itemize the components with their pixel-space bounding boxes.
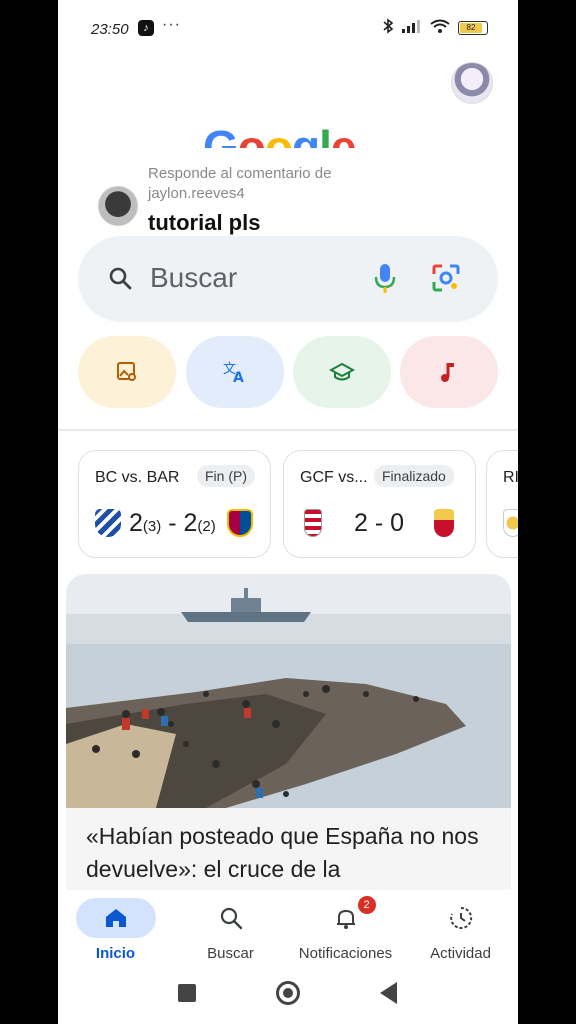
search-icon (109, 267, 132, 290)
birmingham-crest-icon (95, 509, 121, 537)
news-photo (66, 574, 511, 808)
music-chip[interactable] (400, 336, 498, 408)
nav-label: Buscar (207, 945, 254, 962)
homework-chip[interactable] (293, 336, 391, 408)
sports-scores-carousel: BC vs. BAR Fin (P) 2(3) - 2(2) GCF vs...… (78, 450, 518, 560)
match-status-badge: Finalizado (374, 465, 454, 487)
reply-caption: Responde al comentario de jaylon.reeves4 (148, 165, 332, 202)
music-icon (441, 363, 454, 382)
search-icon (191, 898, 271, 938)
almeria-crest-icon (434, 509, 454, 537)
nav-buscar[interactable]: Buscar (173, 890, 288, 970)
nav-notificaciones[interactable]: 2 Notificaciones (288, 890, 403, 970)
barcelona-crest-icon (227, 509, 253, 537)
score-card[interactable]: BC vs. BAR Fin (P) 2(3) - 2(2) (78, 450, 271, 558)
home-button[interactable] (276, 981, 300, 1005)
home-icon (75, 898, 156, 938)
nav-inicio[interactable]: Inicio (58, 890, 173, 970)
battery-icon: 82 (458, 20, 488, 35)
image-search-chip[interactable] (78, 336, 176, 408)
match-title: GCF vs... (300, 469, 368, 486)
match-title: RI (503, 469, 518, 486)
comment-text: tutorial pls (148, 210, 261, 235)
notification-count-badge: 2 (357, 896, 376, 914)
google-logo: Google (203, 121, 356, 148)
nav-label: Inicio (95, 945, 136, 962)
shortcut-chips: 文A (78, 336, 508, 408)
signal-icon (402, 19, 422, 36)
match-title: BC vs. BAR (95, 469, 180, 486)
status-time: 23:50 (91, 21, 129, 38)
match-score: 2 - 0 (354, 509, 405, 537)
image-search-icon (117, 362, 136, 381)
section-divider (58, 429, 518, 431)
homework-icon (329, 362, 355, 381)
system-navigation-bar (58, 970, 518, 1024)
microphone-icon[interactable] (372, 262, 398, 294)
wifi-icon (430, 19, 450, 36)
team-crest-icon (503, 509, 518, 537)
match-score: 2(3) - 2(2) (129, 509, 216, 537)
match-status-badge: Fin (P) (197, 465, 255, 487)
recents-button[interactable] (178, 984, 196, 1002)
bell-icon: 2 (306, 896, 386, 938)
status-bar: 23:50 ♪ ··· 82 (58, 0, 518, 60)
bottom-navigation: Inicio Buscar 2 Notificaciones Actividad (58, 890, 518, 970)
granada-crest-icon (304, 509, 322, 537)
translate-icon: 文A (223, 362, 244, 384)
nav-label: Actividad (430, 945, 491, 962)
score-card[interactable]: GCF vs... Finalizado 2 - 0 (283, 450, 476, 558)
google-lens-icon[interactable] (430, 262, 462, 294)
commenter-avatar (98, 186, 138, 226)
more-notifications-indicator: ··· (162, 16, 181, 33)
back-button[interactable] (380, 982, 397, 1004)
status-icons: 82 (382, 18, 488, 37)
tiktok-icon: ♪ (138, 20, 154, 36)
battery-level: 82 (460, 22, 482, 33)
svg-text:A: A (233, 370, 244, 384)
news-card[interactable]: «Habían posteado que España no nos devue… (66, 574, 511, 894)
nav-actividad[interactable]: Actividad (403, 890, 518, 970)
activity-history-icon (421, 898, 501, 938)
nav-label: Notificaciones (298, 945, 393, 962)
account-avatar[interactable] (451, 62, 493, 104)
bluetooth-icon (382, 18, 394, 37)
search-bar[interactable]: Buscar (78, 236, 498, 322)
phone-screen: 23:50 ♪ ··· 82 Google Responde al coment… (58, 0, 518, 1024)
news-headline: «Habían posteado que España no nos devue… (86, 823, 479, 882)
search-placeholder: Buscar (150, 262, 238, 293)
score-card[interactable]: RI (486, 450, 518, 558)
translate-chip[interactable]: 文A (186, 336, 284, 408)
